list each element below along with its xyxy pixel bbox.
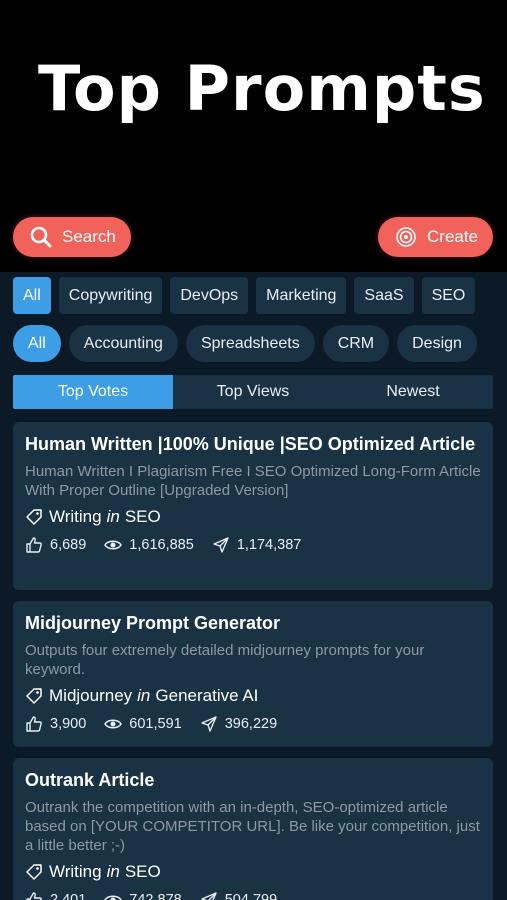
tab-top-votes[interactable]: Top Votes (13, 375, 173, 409)
category-chip-seo[interactable]: SEO (421, 277, 476, 314)
search-button-label: Search (62, 227, 116, 246)
sort-tabs: Top Votes Top Views Newest (13, 375, 493, 409)
category-filter-row: All Copywriting DevOps Marketing SaaS SE… (13, 277, 476, 314)
category-chip-copywriting[interactable]: Copywriting (58, 277, 163, 314)
prompt-topic: SEO (124, 862, 161, 881)
prompt-topic: Generative AI (155, 686, 259, 705)
tag-icon (25, 863, 43, 881)
prompt-in-label: in (106, 507, 120, 526)
send-icon (200, 715, 218, 733)
prompt-category[interactable]: Writing in SEO (25, 862, 481, 882)
prompt-votes: 6,689 (50, 537, 87, 553)
prompt-description: Human Written I Plagiarism Free I SEO Op… (25, 463, 481, 499)
prompt-stats: 2,401 742,878 504,799 (25, 891, 481, 900)
prompt-card[interactable]: Outrank Article Outrank the competition … (13, 758, 493, 900)
subcategory-filter-row: All Accounting Spreadsheets CRM Design (13, 325, 477, 362)
prompt-uses: 504,799 (224, 892, 278, 900)
prompt-uses: 1,174,387 (236, 537, 302, 553)
prompt-activity: Writing (49, 507, 102, 526)
prompt-views: 742,878 (129, 892, 182, 900)
prompt-activity: Midjourney (49, 686, 133, 705)
subcategory-chip-spreadsheets[interactable]: Spreadsheets (185, 325, 315, 362)
search-button[interactable]: Search (13, 217, 131, 257)
tag-icon (25, 687, 43, 705)
prompt-views: 601,591 (129, 716, 182, 732)
prompt-in-label: in (137, 686, 151, 705)
category-chip-saas[interactable]: SaaS (354, 277, 414, 314)
thumbs-up-icon (25, 891, 43, 900)
category-chip-devops[interactable]: DevOps (170, 277, 249, 314)
prompt-title: Outrank Article (25, 770, 155, 790)
eye-icon (104, 715, 123, 733)
thumbs-up-icon (25, 715, 43, 733)
send-icon (200, 891, 218, 900)
prompt-topic: SEO (124, 507, 161, 526)
subcategory-chip-crm[interactable]: CRM (322, 325, 390, 362)
page-title: Top Prompts (38, 52, 486, 125)
eye-icon (104, 891, 123, 900)
send-icon (212, 536, 230, 554)
prompt-stats: 6,689 1,616,885 1,174,387 (25, 536, 481, 554)
create-button-label: Create (427, 227, 479, 246)
subcategory-chip-design[interactable]: Design (397, 325, 477, 362)
prompt-votes: 3,900 (50, 716, 87, 732)
prompt-uses: 396,229 (224, 716, 278, 732)
eye-icon (104, 536, 123, 554)
prompt-in-label: in (106, 862, 120, 881)
prompt-description: Outputs four extremely detailed midjourn… (25, 642, 425, 678)
category-chip-all[interactable]: All (13, 277, 51, 314)
prompt-card[interactable]: Human Written |100% Unique |SEO Optimize… (13, 422, 493, 590)
prompt-title: Human Written |100% Unique |SEO Optimize… (25, 434, 476, 454)
prompt-stats: 3,900 601,591 396,229 (25, 715, 481, 733)
prompt-votes: 2,401 (50, 892, 87, 900)
subcategory-chip-accounting[interactable]: Accounting (68, 325, 178, 362)
prompt-views: 1,616,885 (129, 537, 194, 553)
prompt-description: Outrank the competition with an in-depth… (25, 799, 480, 854)
prompt-activity: Writing (49, 862, 102, 881)
search-icon (29, 225, 53, 249)
prompt-category[interactable]: Writing in SEO (25, 507, 481, 527)
subcategory-chip-all[interactable]: All (13, 325, 61, 362)
category-chip-marketing[interactable]: Marketing (256, 277, 347, 314)
tag-icon (25, 508, 43, 526)
tab-top-views[interactable]: Top Views (173, 375, 333, 409)
create-icon (394, 225, 418, 249)
create-button[interactable]: Create (378, 217, 493, 257)
prompt-category[interactable]: Midjourney in Generative AI (25, 686, 481, 706)
prompt-title: Midjourney Prompt Generator (25, 613, 281, 633)
tab-newest[interactable]: Newest (333, 375, 493, 409)
thumbs-up-icon (25, 536, 43, 554)
prompt-card[interactable]: Midjourney Prompt Generator Outputs four… (13, 601, 493, 747)
